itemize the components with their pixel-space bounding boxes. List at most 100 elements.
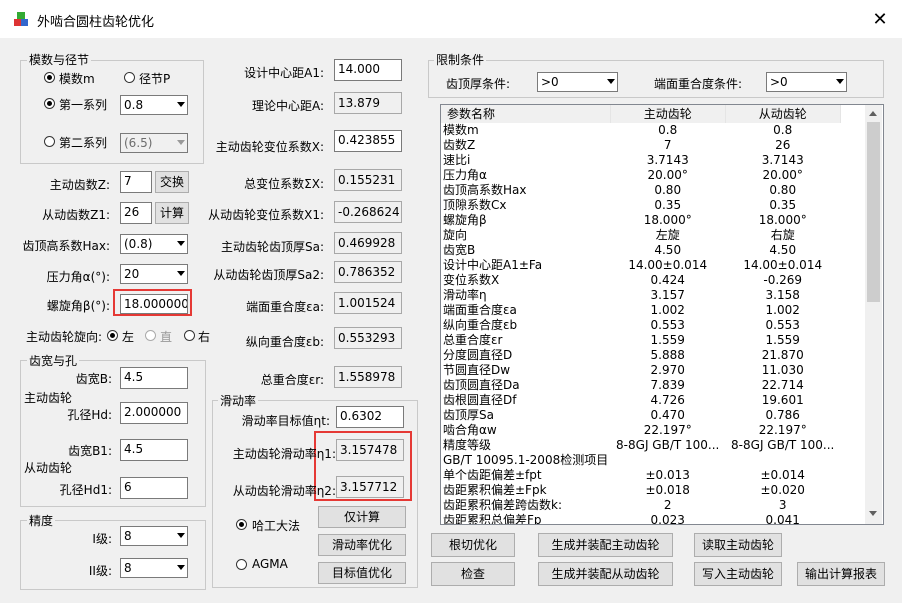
header-param[interactable]: 参数名称	[441, 105, 611, 123]
param-name-cell: 齿顶高系数Hax	[443, 183, 527, 197]
table-row[interactable]: GB/T 10095.1-2008检测项目	[441, 453, 840, 468]
tip-cond-select[interactable]: >0	[537, 72, 618, 92]
param-name-cell: 齿距累积偏差±Fpk	[443, 483, 547, 497]
table-row[interactable]: 齿宽B 4.50 4.50	[441, 243, 840, 258]
hax-select[interactable]: (0.8)	[120, 234, 188, 254]
driven-value-cell: 22.714	[761, 378, 804, 392]
scroll-thumb[interactable]	[867, 122, 880, 302]
n2-label: 从动齿轮滑动率η2:	[232, 484, 336, 498]
hand-straight-radio[interactable]	[145, 330, 156, 341]
root-cut-opt-button[interactable]: 根切优化	[431, 533, 515, 557]
sliding-opt-button[interactable]: 滑动率优化	[318, 534, 406, 556]
limits-legend: 限制条件	[434, 51, 487, 68]
z1-label: 从动齿数Z1:	[42, 208, 110, 222]
table-row[interactable]: 纵向重合度εb 0.553 0.553	[441, 318, 840, 333]
hand-label: 主动齿轮旋向:	[26, 330, 103, 344]
b1-input[interactable]: 4.5	[120, 439, 188, 461]
drive-value-cell: 7.839	[650, 378, 685, 392]
table-row[interactable]: 节圆直径Dw 2.970 11.030	[441, 363, 840, 378]
table-row[interactable]: 旋向 左旋 右旋	[441, 228, 840, 243]
parameter-table[interactable]: 参数名称 主动齿轮 从动齿轮 模数m 0.8 0.8 齿数Z 7 26 速比i 3.7143 3…	[440, 104, 884, 525]
series2-radio[interactable]	[44, 136, 55, 147]
table-row[interactable]: 模数m 0.8 0.8	[441, 123, 840, 138]
table-row[interactable]: 齿距累积偏差跨齿数k: 2 3	[441, 498, 840, 513]
table-row[interactable]: 总重合度εr 1.559 1.559	[441, 333, 840, 348]
table-row[interactable]: 齿顶高系数Hax 0.80 0.80	[441, 183, 840, 198]
table-row[interactable]: 精度等级 8-8GJ GB/T 100... 8-8GJ GB/T 100...	[441, 438, 840, 453]
grade2-select[interactable]: 8	[120, 558, 188, 578]
hand-left-radio[interactable]	[107, 330, 118, 341]
read-drive-gear-button[interactable]: 读取主动齿轮	[694, 533, 782, 557]
close-button[interactable]: ✕	[866, 8, 894, 32]
series1-radio[interactable]	[44, 98, 55, 109]
tip-cond-label: 齿顶厚条件:	[446, 77, 511, 91]
b1-label: 齿宽B1:	[68, 444, 112, 458]
series1-select[interactable]: 0.8	[120, 95, 188, 115]
drive-value-cell: 18.000°	[643, 213, 692, 227]
a1-input[interactable]: 14.000	[334, 59, 402, 81]
table-row[interactable]: 齿顶厚Sa 0.470 0.786	[441, 408, 840, 423]
table-row[interactable]: 单个齿距偏差±fpt ±0.013 ±0.014	[441, 468, 840, 483]
drive-value-cell: 5.888	[650, 348, 685, 362]
header-drive[interactable]: 主动齿轮	[610, 105, 726, 123]
calc-button[interactable]: 计算	[155, 202, 189, 224]
table-row[interactable]: 滑动率η 3.157 3.158	[441, 288, 840, 303]
alpha-select[interactable]: 20	[120, 264, 188, 284]
grade1-select[interactable]: 8	[120, 526, 188, 546]
calc-only-button[interactable]: 仅计算	[318, 506, 406, 528]
scroll-up-icon[interactable]	[869, 111, 877, 116]
contact-cond-select[interactable]: >0	[766, 72, 847, 92]
drive-value-cell: ±0.013	[645, 468, 690, 482]
table-row[interactable]: 速比i 3.7143 3.7143	[441, 153, 840, 168]
a-label: 理论中心距A:	[251, 99, 324, 113]
agma-radio[interactable]	[236, 559, 247, 570]
hd-input[interactable]: 2.000000	[120, 402, 188, 424]
hit-method-radio[interactable]	[236, 519, 247, 530]
export-report-button[interactable]: 输出计算报表	[797, 562, 885, 586]
table-row[interactable]: 啮合角αw 22.197° 22.197°	[441, 423, 840, 438]
sa2-label: 从动齿轮齿顶厚Sa2:	[213, 268, 324, 282]
check-button[interactable]: 检查	[431, 562, 515, 586]
module-radio[interactable]	[44, 72, 55, 83]
gen-driven-gear-button[interactable]: 生成并装配从动齿轮	[538, 562, 673, 586]
table-row[interactable]: 齿顶圆直径Da 7.839 22.714	[441, 378, 840, 393]
param-name-cell: 总重合度εr	[443, 333, 503, 347]
table-row[interactable]: 变位系数X 0.424 -0.269	[441, 273, 840, 288]
driven-value-cell: 4.50	[769, 243, 797, 257]
table-row[interactable]: 螺旋角β 18.000° 18.000°	[441, 213, 840, 228]
pitch-radio[interactable]	[124, 72, 135, 83]
scroll-down-icon[interactable]	[869, 511, 877, 516]
x-input[interactable]: 0.423855	[334, 130, 402, 152]
table-row[interactable]: 端面重合度εa 1.002 1.002	[441, 303, 840, 318]
table-row[interactable]: 齿距累积总偏差Fp 0.023 0.041	[441, 513, 840, 525]
table-row[interactable]: 齿距累积偏差±Fpk ±0.018 ±0.020	[441, 483, 840, 498]
width-hole-legend: 齿宽与孔	[27, 352, 80, 369]
param-name-cell: 变位系数X	[443, 273, 500, 287]
beta-input[interactable]: 18.000000	[120, 294, 188, 314]
driven-value-cell: 0.041	[765, 513, 800, 525]
z-input[interactable]: 7	[120, 171, 152, 193]
z1-input[interactable]: 26	[120, 202, 152, 224]
chevron-down-icon	[836, 79, 844, 84]
hd1-input[interactable]: 6	[120, 477, 188, 499]
table-row[interactable]: 顶隙系数Cx 0.35 0.35	[441, 198, 840, 213]
target-input[interactable]: 0.6302	[336, 406, 404, 428]
table-scrollbar[interactable]	[865, 105, 882, 524]
table-row[interactable]: 分度圆直径D 5.888 21.870	[441, 348, 840, 363]
header-driven[interactable]: 从动齿轮	[725, 105, 841, 123]
eb-value: 0.553293	[334, 327, 402, 349]
table-row[interactable]: 设计中心距A1±Fa 14.00±0.014 14.00±0.014	[441, 258, 840, 273]
drive-value-cell: 0.35	[654, 198, 682, 212]
hd-label: 孔径Hd:	[67, 408, 112, 422]
param-name-cell: 精度等级	[443, 438, 492, 452]
table-row[interactable]: 齿根圆直径Df 4.726 19.601	[441, 393, 840, 408]
swap-button[interactable]: 交换	[155, 171, 189, 193]
table-row[interactable]: 压力角α 20.00° 20.00°	[441, 168, 840, 183]
gen-drive-gear-button[interactable]: 生成并装配主动齿轮	[538, 533, 673, 557]
target-opt-button[interactable]: 目标值优化	[318, 562, 406, 584]
table-row[interactable]: 齿数Z 7 26	[441, 138, 840, 153]
b-input[interactable]: 4.5	[120, 367, 188, 389]
write-drive-gear-button[interactable]: 写入主动齿轮	[694, 562, 782, 586]
x-label: 主动齿轮变位系数X:	[215, 140, 324, 154]
hand-right-radio[interactable]	[184, 330, 195, 341]
